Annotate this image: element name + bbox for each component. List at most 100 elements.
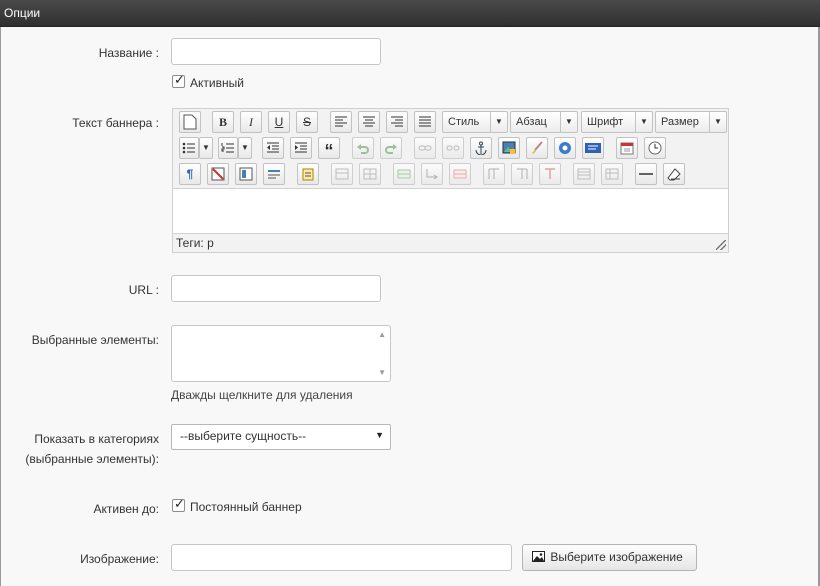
horizontal-rule-button[interactable] [635,163,657,185]
resize-grip-icon[interactable] [716,240,726,250]
font-dropdown[interactable]: Шрифт ▼ [581,111,653,133]
bullet-list-icon [182,142,195,154]
template-icon [239,167,253,181]
style-dropdown-label: Стиль [448,116,480,128]
bullet-list-dropdown[interactable]: ▼ [199,137,213,159]
undo-icon [357,144,369,154]
choose-image-button-label: Выберите изображение [550,550,683,564]
new-document-button[interactable] [179,111,201,133]
remove-format-button[interactable] [207,163,229,185]
insert-row-below-icon [426,169,438,180]
merge-cells-icon [605,168,619,180]
chevron-down-icon: ▼ [709,112,726,132]
insert-col-after-icon [517,168,528,179]
split-cells-button[interactable] [573,163,595,185]
numbered-list-icon [221,143,234,153]
insert-row-icon [397,169,411,179]
url-label: URL : [128,283,159,297]
url-input[interactable] [171,275,381,302]
active-until-label: Активен до: [93,502,159,516]
delete-col-icon [545,168,555,179]
blockquote-button[interactable]: “ [318,137,340,161]
merge-cells-button[interactable] [601,163,623,185]
link-button[interactable] [414,137,436,159]
permanent-banner-label: Постоянный баннер [190,500,302,514]
paste-text-button[interactable] [297,163,319,185]
align-left-icon [335,116,347,127]
active-checkbox[interactable]: ✓ [172,72,185,88]
show-blocks-button[interactable]: ¶ [179,163,201,185]
indent-icon [295,142,307,153]
panel-title-bar: Опции [0,0,820,27]
insert-date-button[interactable] [616,137,638,159]
table-props-button[interactable] [359,163,381,185]
link-icon [418,145,432,151]
paragraph-dropdown[interactable]: Абзац ▼ [510,111,578,133]
show-in-categories-sublabel: (выбранные элементы): [25,452,159,466]
table-row-before-button[interactable] [331,163,353,185]
clear-format-button[interactable] [663,163,685,185]
category-select[interactable]: --выберите сущность-- ▼ [171,424,391,450]
align-justify-button[interactable] [414,111,436,133]
underline-button[interactable]: U [268,111,290,133]
outdent-button[interactable] [262,137,284,159]
insert-row-above-button[interactable] [393,163,415,185]
outdent-icon [267,142,279,153]
style-dropdown[interactable]: Стиль ▼ [442,111,508,133]
table-row-icon [335,168,349,180]
insert-col-after-button[interactable] [511,163,533,185]
align-right-button[interactable] [386,111,408,133]
choose-image-button[interactable]: Выберите изображение [522,544,697,571]
clock-icon [648,141,662,155]
remove-format-icon [211,167,225,181]
editor-content-area[interactable] [173,188,728,234]
image-path-input[interactable] [171,544,512,571]
bold-button[interactable]: B [212,111,234,133]
horizontal-rule-style-button[interactable] [263,163,285,185]
numbered-list-dropdown[interactable]: ▼ [238,137,252,159]
insert-row-below-button[interactable] [421,163,443,185]
name-input[interactable] [171,38,381,65]
redo-button[interactable] [380,137,402,159]
selected-items-list[interactable]: ▲ ▼ [171,325,391,382]
insert-time-button[interactable] [644,137,666,159]
insert-col-before-button[interactable] [483,163,505,185]
numbered-list-button[interactable] [218,137,238,159]
delete-row-button[interactable] [449,163,471,185]
name-label: Название : [98,46,159,60]
italic-button[interactable]: I [240,111,262,133]
image-button[interactable] [498,137,520,159]
image-label: Изображение: [80,552,159,566]
bullet-list-button[interactable] [179,137,199,159]
split-cells-icon [577,168,591,180]
strikethrough-button[interactable]: S [296,111,318,133]
rich-text-editor: B I U S Стиль ▼ Абзац ▼ Шрифт ▼ Размер ▼… [172,108,729,253]
delete-row-icon [453,169,467,179]
delete-col-button[interactable] [539,163,561,185]
scroll-down-icon[interactable]: ▼ [378,368,386,377]
unlink-button[interactable] [442,137,464,159]
align-right-icon [391,116,403,127]
quote-icon: “ [324,141,334,161]
indent-button[interactable] [290,137,312,159]
align-left-button[interactable] [330,111,352,133]
anchor-button[interactable] [470,137,492,159]
active-checkbox-label: Активный [190,76,244,90]
brush-icon [532,141,543,154]
redo-icon [385,144,397,154]
selected-items-label: Выбранные элементы: [31,333,159,347]
template-button[interactable] [235,163,257,185]
paste-icon [302,168,314,181]
size-dropdown[interactable]: Размер ▼ [655,111,727,133]
html-source-button[interactable] [582,137,604,159]
table-props-icon [363,168,377,180]
undo-button[interactable] [352,137,374,159]
help-button[interactable] [554,137,576,159]
show-in-categories-label: Показать в категориях [34,432,159,446]
checkmark-icon: ✓ [174,496,185,511]
chevron-down-icon: ▼ [635,112,652,132]
align-center-button[interactable] [358,111,380,133]
scroll-up-icon[interactable]: ▲ [378,330,386,339]
permanent-banner-checkbox[interactable]: ✓ [172,496,185,512]
cleanup-button[interactable] [526,137,548,159]
